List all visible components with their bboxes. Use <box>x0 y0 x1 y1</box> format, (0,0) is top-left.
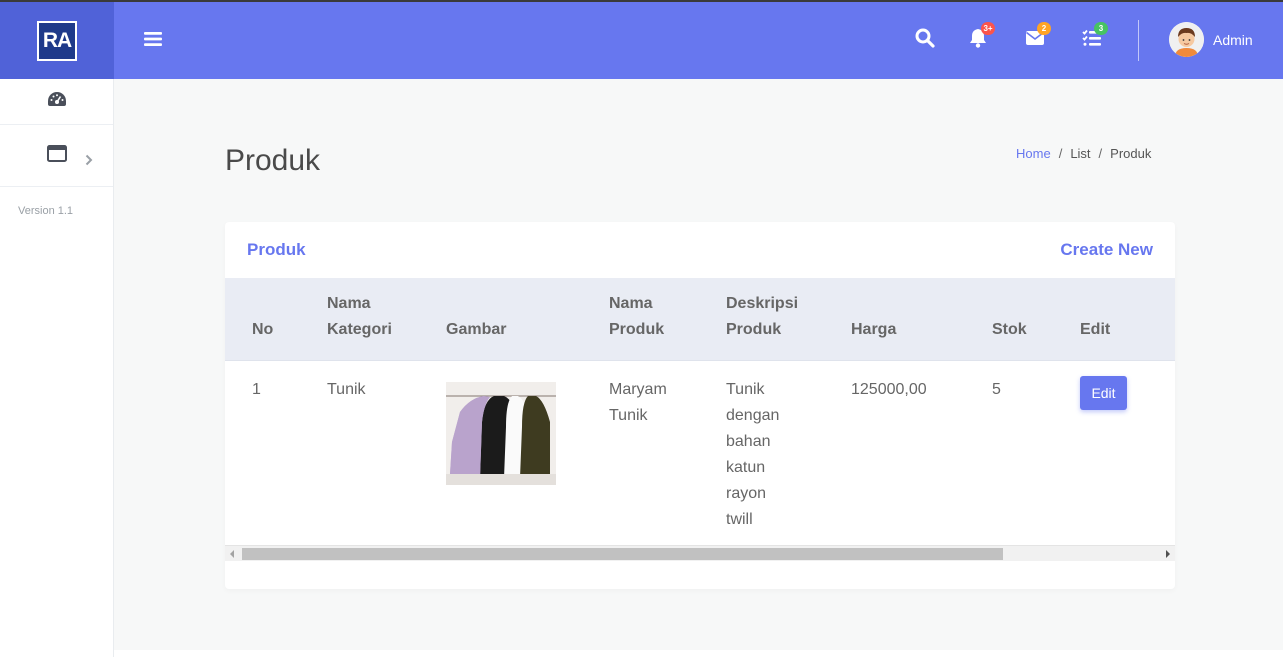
column-header-harga[interactable]: Harga <box>851 278 992 360</box>
envelope-icon <box>1025 31 1045 50</box>
user-name: Admin <box>1213 31 1253 48</box>
cell-nama-produk: Maryam Tunik <box>609 380 667 424</box>
breadcrumb-separator: / <box>1058 146 1063 161</box>
breadcrumb-home-link[interactable]: Home <box>1016 146 1051 161</box>
column-header-edit[interactable]: Edit <box>1080 278 1175 360</box>
sidebar: RA Version 1.1 <box>0 2 114 657</box>
breadcrumb-list: List <box>1070 146 1091 161</box>
cell-gambar <box>446 360 609 546</box>
cell-stok: 5 <box>992 380 1001 398</box>
scroll-right-arrow-icon[interactable] <box>1166 550 1170 558</box>
column-header-nama-produk[interactable]: Nama Produk <box>609 278 726 360</box>
messages-badge: 2 <box>1037 22 1051 35</box>
logo-text: RA <box>39 22 75 59</box>
breadcrumb: Home / List / Produk <box>1016 146 1151 161</box>
column-header-gambar[interactable]: Gambar <box>446 278 609 360</box>
card-header: Produk Create New <box>225 222 1175 278</box>
scrollbar-thumb[interactable] <box>242 548 1003 560</box>
page-title: Produk <box>225 144 321 177</box>
breadcrumb-separator: / <box>1098 146 1103 161</box>
column-header-no[interactable]: No <box>225 278 327 360</box>
tasks-badge: 3 <box>1094 22 1108 35</box>
column-header-stok[interactable]: Stok <box>992 278 1080 360</box>
horizontal-scrollbar[interactable] <box>225 545 1175 561</box>
top-navbar: 3+ 2 3 Admin <box>114 2 1283 79</box>
table-row: 1 Tunik Maryam Tunik Tunik dengan bahan … <box>225 360 1175 546</box>
cell-deskripsi: Tunik dengan bahan katun rayon twill <box>726 380 780 528</box>
user-menu[interactable]: Admin <box>1169 22 1253 57</box>
table-header-row: No Nama Kategori Gambar Nama Produk Desk… <box>225 278 1175 360</box>
search-icon[interactable] <box>915 28 935 53</box>
column-header-deskripsi-produk[interactable]: Deskripsi Produk <box>726 278 851 360</box>
produk-card: Produk Create New No Nama Kategori Gamba… <box>225 222 1175 589</box>
notifications-button[interactable]: 3+ <box>969 22 995 53</box>
dashboard-icon <box>47 91 67 112</box>
create-new-link[interactable]: Create New <box>1060 240 1153 260</box>
tasks-list-icon <box>1082 29 1102 51</box>
cell-harga: 125000,00 <box>851 380 927 398</box>
avatar <box>1169 22 1204 57</box>
notifications-badge: 3+ <box>981 22 995 35</box>
cell-kategori: Tunik <box>327 380 366 398</box>
sidebar-item-dashboard[interactable] <box>0 79 113 125</box>
scroll-left-arrow-icon[interactable] <box>230 550 234 558</box>
breadcrumb-current: Produk <box>1110 146 1152 161</box>
chevron-right-icon <box>85 153 93 171</box>
footer <box>114 650 1283 657</box>
tasks-button[interactable]: 3 <box>1082 22 1108 52</box>
menu-toggle-icon[interactable] <box>144 31 162 52</box>
card-title: Produk <box>247 240 306 259</box>
bell-icon <box>969 29 987 52</box>
cell-edit: Edit <box>1080 360 1175 546</box>
messages-button[interactable]: 2 <box>1025 22 1051 51</box>
product-image <box>446 381 556 485</box>
brand[interactable]: RA <box>0 2 114 79</box>
column-header-nama-kategori[interactable]: Nama Kategori <box>327 278 446 360</box>
version-label: Version 1.1 <box>18 205 74 217</box>
sidebar-item-window[interactable] <box>0 125 113 187</box>
header-divider <box>1138 20 1139 61</box>
window-icon <box>46 144 67 167</box>
produk-table: No Nama Kategori Gambar Nama Produk Desk… <box>225 278 1175 546</box>
cell-no: 1 <box>252 380 261 398</box>
edit-button[interactable]: Edit <box>1080 375 1127 410</box>
logo[interactable]: RA <box>37 20 77 61</box>
